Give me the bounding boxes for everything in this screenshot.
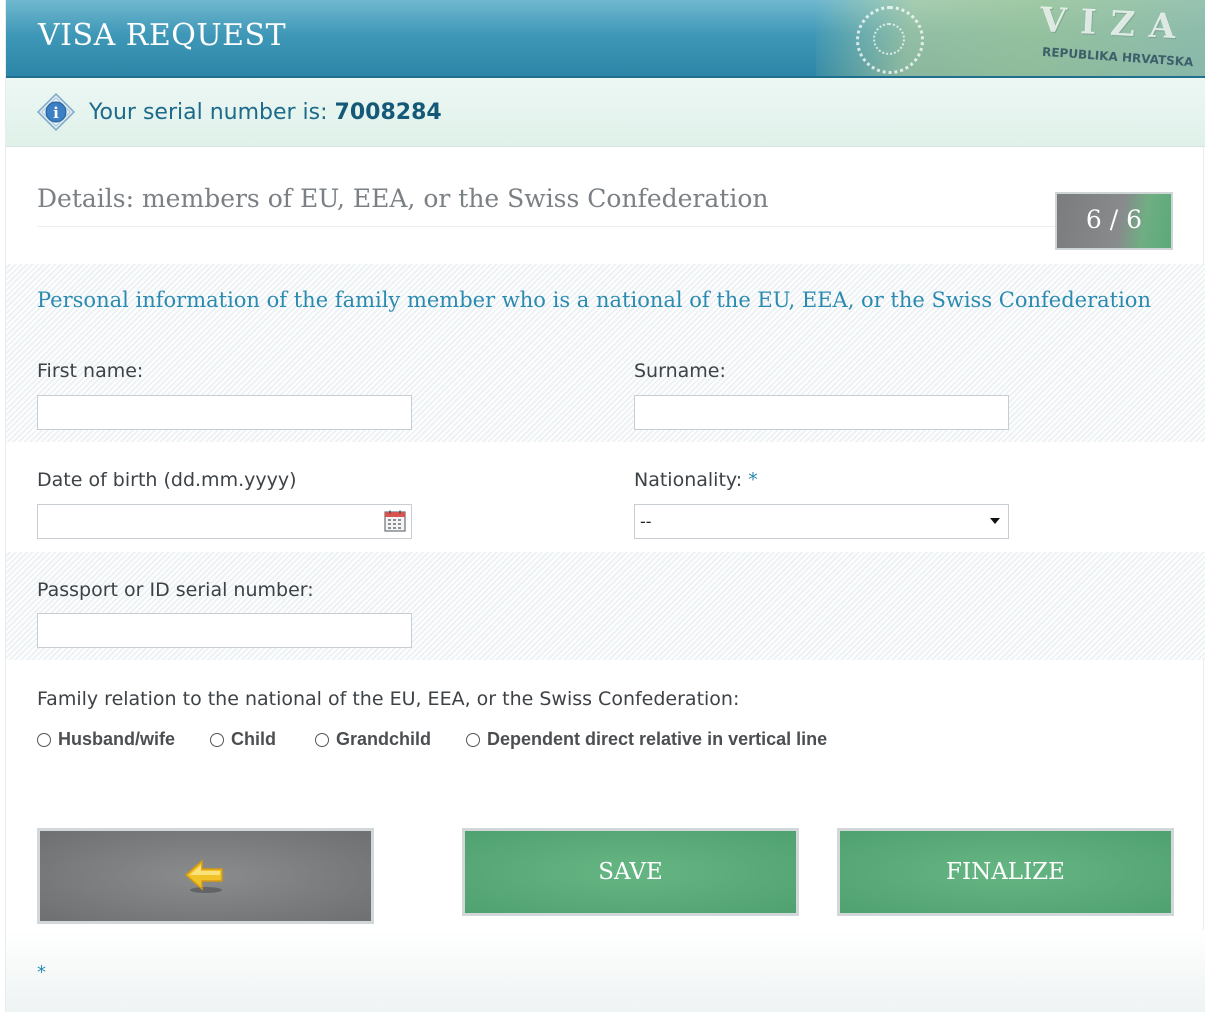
- date-of-birth-input[interactable]: [37, 504, 412, 539]
- page: VISA REQUEST VIZA REPUBLIKA HRVATSKA i Y…: [5, 0, 1205, 1012]
- footnote-star: *: [37, 962, 46, 983]
- radio-label[interactable]: Child: [231, 729, 276, 750]
- stamp-viza-text: VIZA: [1039, 0, 1191, 48]
- radio-label[interactable]: Husband/wife: [58, 729, 175, 750]
- back-arrow-icon: [184, 859, 223, 893]
- serial-info-bar: i Your serial number is: 7008284: [6, 78, 1205, 147]
- form-subheading: Personal information of the family membe…: [37, 288, 1151, 312]
- footer-gradient: [6, 930, 1205, 1012]
- first-name-input[interactable]: [37, 395, 412, 430]
- serial-number-value: 7008284: [334, 100, 442, 125]
- serial-prefix: Your serial number is:: [89, 100, 335, 125]
- nationality-label: Nationality: *: [634, 469, 758, 491]
- nationality-select[interactable]: --: [634, 504, 1009, 539]
- surname-input[interactable]: [634, 395, 1009, 430]
- stamp-country-text: REPUBLIKA HRVATSKA: [1041, 44, 1194, 70]
- save-button[interactable]: SAVE: [462, 828, 799, 916]
- nationality-select-value: --: [640, 512, 652, 531]
- back-button[interactable]: [37, 828, 374, 924]
- radio-circle[interactable]: [37, 733, 51, 747]
- radio-label[interactable]: Dependent direct relative in vertical li…: [487, 729, 827, 750]
- required-star: *: [748, 469, 758, 491]
- passport-label: Passport or ID serial number:: [37, 579, 314, 601]
- chevron-down-icon: [990, 518, 1000, 524]
- surname-label: Surname:: [634, 360, 726, 382]
- svg-text:i: i: [53, 104, 59, 122]
- serial-number-text: Your serial number is: 7008284: [89, 100, 442, 125]
- family-relation-label: Family relation to the national of the E…: [37, 688, 740, 710]
- header-banner: VISA REQUEST VIZA REPUBLIKA HRVATSKA: [6, 0, 1205, 78]
- date-of-birth-label: Date of birth (dd.mm.yyyy): [37, 469, 297, 491]
- passport-input[interactable]: [37, 613, 412, 648]
- first-name-label: First name:: [37, 360, 144, 382]
- info-icon: i: [36, 92, 76, 132]
- radio-circle[interactable]: [210, 733, 224, 747]
- nationality-label-text: Nationality:: [634, 469, 743, 491]
- calendar-icon[interactable]: [384, 510, 406, 532]
- title-divider: [37, 226, 1055, 227]
- stamp-rosette-icon: [856, 6, 924, 74]
- step-indicator: 6 / 6: [1055, 192, 1173, 250]
- finalize-button[interactable]: FINALIZE: [837, 828, 1174, 916]
- radio-circle[interactable]: [466, 733, 480, 747]
- page-header-title: VISA REQUEST: [38, 18, 287, 53]
- radio-label[interactable]: Grandchild: [336, 729, 431, 750]
- radio-circle[interactable]: [315, 733, 329, 747]
- section-title: Details: members of EU, EEA, or the Swis…: [37, 184, 769, 213]
- visa-stamp-image: VIZA REPUBLIKA HRVATSKA: [816, 0, 1205, 76]
